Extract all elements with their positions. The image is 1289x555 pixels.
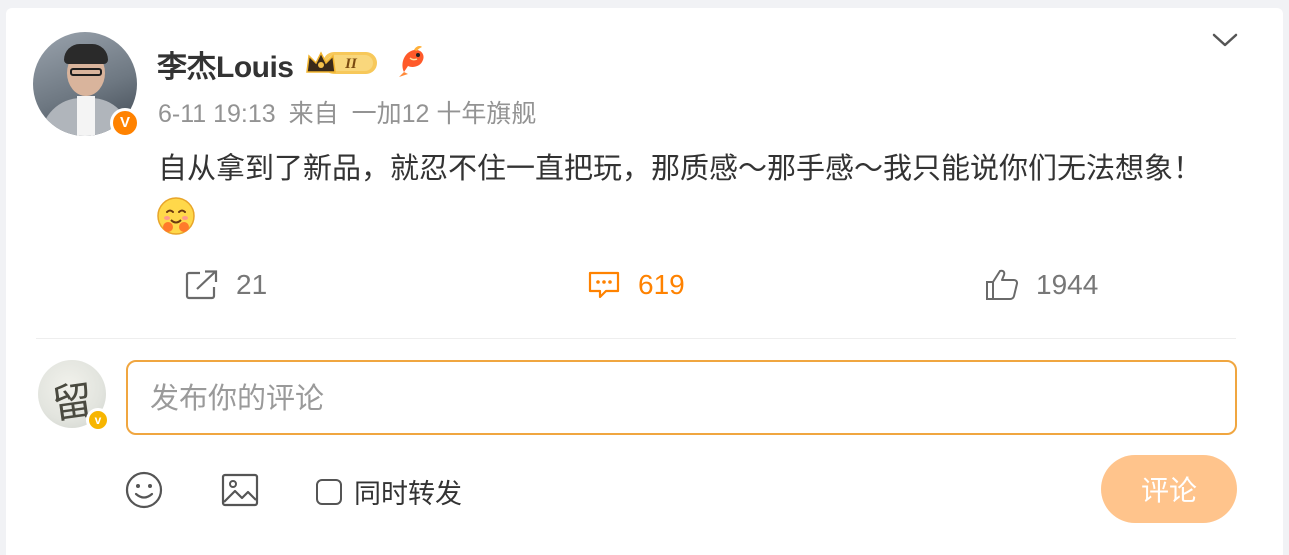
chevron-down-icon[interactable] bbox=[1210, 30, 1240, 50]
checkbox-box[interactable] bbox=[316, 478, 342, 505]
submit-comment-button[interactable]: 评论 bbox=[1101, 455, 1237, 523]
author-name[interactable]: 李杰Louis bbox=[157, 42, 294, 86]
comment-button[interactable]: 619 bbox=[586, 260, 685, 310]
action-bar: 21 619 1944 bbox=[0, 260, 1289, 310]
verified-badge: V bbox=[110, 108, 140, 138]
level-badge-text: II bbox=[344, 56, 358, 72]
post-source: 一加12 十年旗舰 bbox=[351, 100, 537, 128]
smiley-icon[interactable] bbox=[124, 470, 164, 510]
comment-count: 619 bbox=[638, 269, 685, 300]
repost-count: 21 bbox=[236, 269, 268, 300]
divider bbox=[36, 338, 1236, 339]
source-prefix: 来自 bbox=[288, 100, 339, 128]
current-user-verified-badge: v bbox=[86, 408, 110, 432]
koi-fish-icon[interactable] bbox=[398, 44, 428, 78]
comment-input[interactable] bbox=[126, 360, 1237, 435]
also-repost-label: 同时转发 bbox=[354, 479, 462, 510]
like-button[interactable]: 1944 bbox=[984, 260, 1098, 310]
share-icon bbox=[185, 270, 218, 300]
like-count: 1944 bbox=[1036, 269, 1099, 300]
member-crown-icon[interactable]: II bbox=[305, 48, 379, 78]
thumbs-up-icon bbox=[986, 269, 1018, 300]
post-text: 自从拿到了新品，就忍不住一直把玩，那质感～那手感～我只能说你们无法想象！ bbox=[158, 151, 1203, 185]
also-repost-checkbox[interactable]: 同时转发 bbox=[316, 472, 462, 511]
comment-icon bbox=[588, 271, 620, 299]
hug-face-emoji-icon bbox=[157, 197, 195, 235]
image-icon[interactable] bbox=[220, 470, 260, 510]
post-meta: 6-11 19:13 来自 一加12 十年旗舰 bbox=[158, 94, 542, 130]
post-time[interactable]: 6-11 19:13 bbox=[158, 100, 276, 128]
repost-button[interactable]: 21 bbox=[184, 260, 267, 310]
